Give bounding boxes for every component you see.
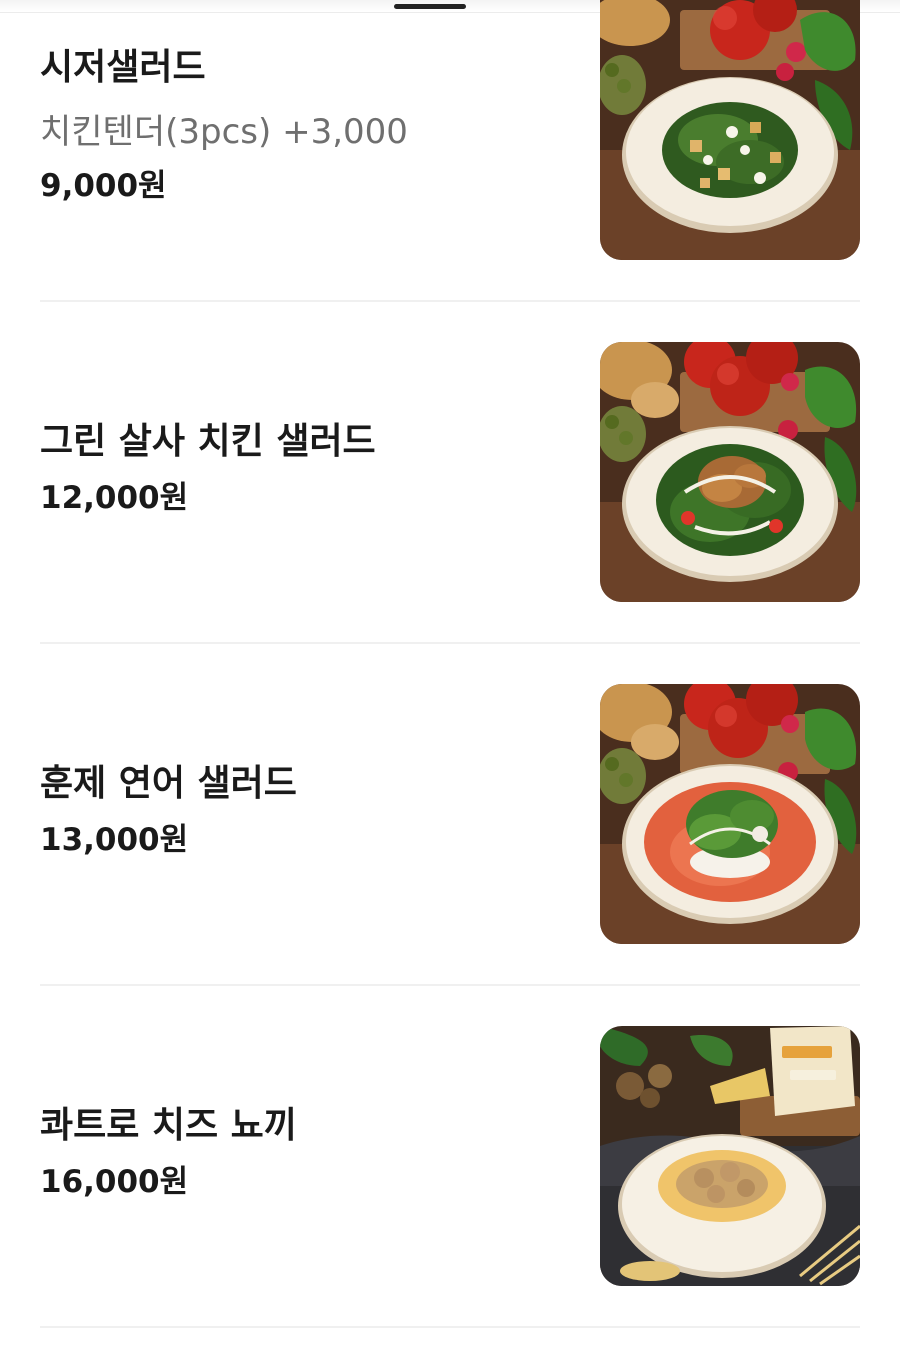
menu-item-quattro-cheese-gnocchi[interactable]: 콰트로 치즈 뇨끼 16,000원 bbox=[40, 986, 860, 1328]
menu-item-name: 시저샐러드 bbox=[40, 47, 206, 88]
menu-item-name: 그린 살사 치킨 샐러드 bbox=[40, 421, 376, 462]
menu-item-name: 콰트로 치즈 뇨끼 bbox=[40, 1105, 297, 1146]
menu-item-name: 훈제 연어 샐러드 bbox=[40, 763, 297, 804]
menu-list: 시저샐러드 치킨텐더(3pcs) +3,000 9,000원 그린 살사 치킨 … bbox=[40, 0, 860, 1328]
smoked-salmon-salad-photo-icon[interactable] bbox=[600, 684, 860, 944]
menu-item-price: 9,000원 bbox=[40, 168, 167, 204]
menu-item-option: 치킨텐더(3pcs) +3,000 bbox=[40, 112, 408, 152]
menu-item-caesar-salad[interactable]: 시저샐러드 치킨텐더(3pcs) +3,000 9,000원 bbox=[40, 0, 860, 302]
menu-item-price: 13,000원 bbox=[40, 822, 189, 858]
menu-item-price: 12,000원 bbox=[40, 480, 189, 516]
menu-item-text: 훈제 연어 샐러드 13,000원 bbox=[40, 762, 580, 860]
green-salsa-chicken-salad-photo-icon[interactable] bbox=[600, 342, 860, 602]
menu-item-text: 시저샐러드 치킨텐더(3pcs) +3,000 9,000원 bbox=[40, 46, 580, 206]
menu-item-smoked-salmon-salad[interactable]: 훈제 연어 샐러드 13,000원 bbox=[40, 644, 860, 986]
menu-item-price: 16,000원 bbox=[40, 1164, 189, 1200]
menu-item-text: 콰트로 치즈 뇨끼 16,000원 bbox=[40, 1104, 580, 1202]
quattro-cheese-gnocchi-photo-icon[interactable] bbox=[600, 1026, 860, 1286]
menu-item-green-salsa-chicken-salad[interactable]: 그린 살사 치킨 샐러드 12,000원 bbox=[40, 302, 860, 644]
menu-item-text: 그린 살사 치킨 샐러드 12,000원 bbox=[40, 420, 580, 518]
caesar-salad-photo-icon[interactable] bbox=[600, 0, 860, 260]
